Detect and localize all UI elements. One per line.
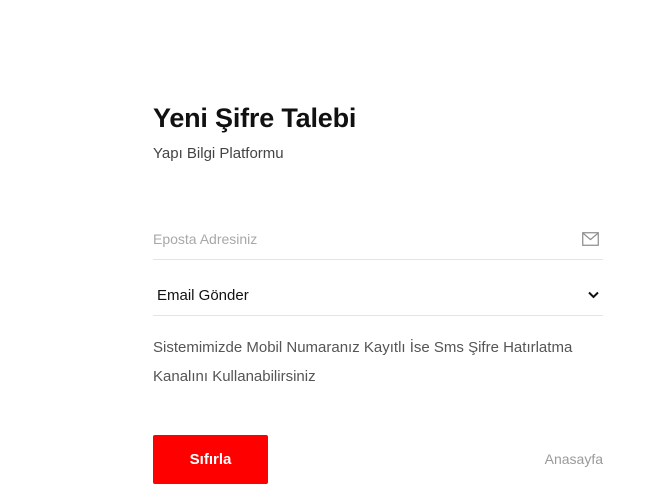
page-subtitle: Yapı Bilgi Platformu (153, 145, 284, 162)
page-title: Yeni Şifre Talebi (153, 103, 357, 133)
reset-button[interactable]: Sıfırla (153, 435, 268, 484)
mail-icon (582, 232, 599, 246)
email-input[interactable] (153, 220, 563, 258)
email-field (153, 220, 603, 260)
home-link[interactable]: Anasayfa (545, 451, 603, 467)
send-method-select[interactable]: Email Gönder (153, 277, 603, 316)
sms-info-text: Sistemimizde Mobil Numaranız Kayıtlı İse… (153, 339, 573, 385)
chevron-down-icon (588, 291, 599, 299)
password-reset-form: Yeni Şifre Talebi Yapı Bilgi Platformu (153, 100, 603, 164)
send-method-selected: Email Gönder (157, 287, 249, 304)
